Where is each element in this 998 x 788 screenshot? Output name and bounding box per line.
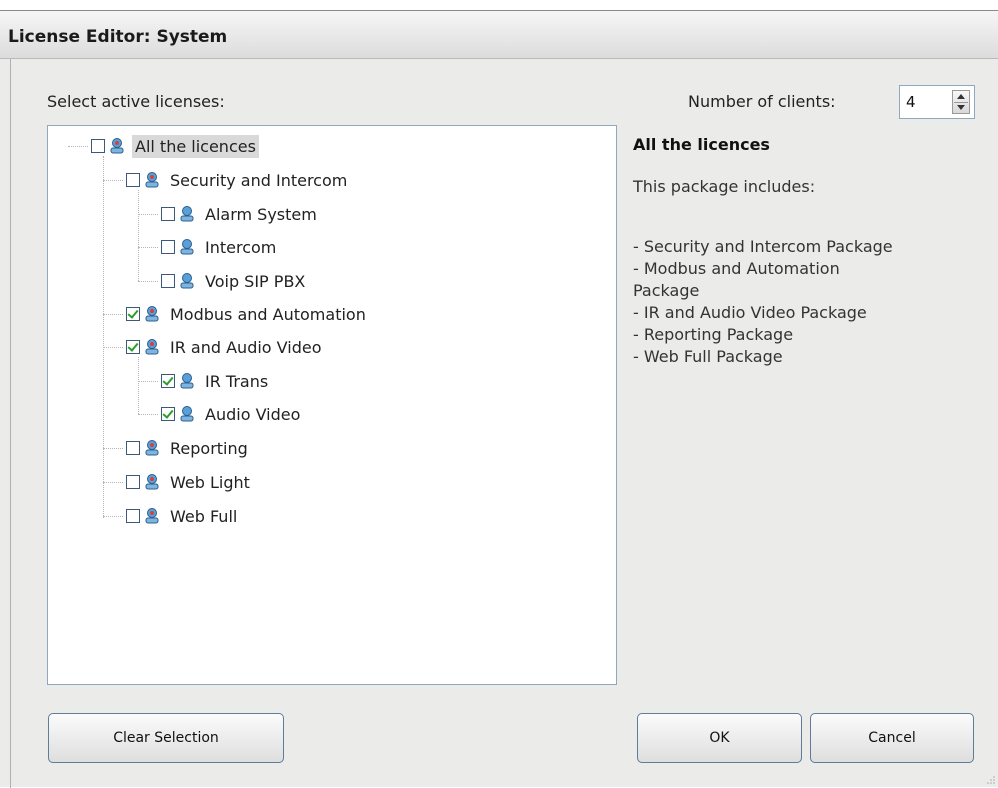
tree-node-alarm-system[interactable]: Alarm System (161, 200, 320, 228)
description-items: - Security and Intercom Package - Modbus… (633, 236, 973, 368)
number-of-clients-label: Number of clients: (688, 92, 836, 111)
user-icon (180, 239, 194, 255)
tree-node-intercom[interactable]: Intercom (161, 233, 279, 261)
description-item: - Web Full Package (633, 347, 783, 366)
node-label-ir-trans[interactable]: IR Trans (202, 370, 271, 393)
checkbox-audio-video[interactable] (161, 407, 175, 421)
description-item: - Security and Intercom Package (633, 237, 893, 256)
tree-node-audio-video[interactable]: Audio Video (161, 400, 303, 428)
tree-node-web-light[interactable]: Web Light (126, 468, 253, 496)
checkbox-alarm-system[interactable] (161, 207, 175, 221)
node-label-all-licences[interactable]: All the licences (132, 134, 259, 158)
tree-node-ir-trans[interactable]: IR Trans (161, 367, 271, 395)
user-network-icon (145, 306, 159, 322)
description-title: All the licences (633, 135, 770, 154)
checkbox-web-light[interactable] (126, 475, 140, 489)
node-label-modbus-automation[interactable]: Modbus and Automation (167, 303, 369, 326)
tree-node-voip-sip-pbx[interactable]: Voip SIP PBX (161, 267, 308, 295)
title-bar[interactable]: License Editor: System (0, 11, 998, 59)
spin-arrows[interactable] (952, 90, 970, 114)
user-icon (180, 406, 194, 422)
checkbox-security-intercom[interactable] (126, 173, 140, 187)
checkbox-web-full[interactable] (126, 509, 140, 523)
description-item: - IR and Audio Video Package (633, 303, 867, 322)
window-title: License Editor: System (8, 27, 228, 47)
user-network-icon (145, 474, 159, 490)
checkbox-modbus-automation[interactable] (126, 307, 140, 321)
description-intro: This package includes: (633, 177, 816, 196)
spin-up-icon[interactable] (957, 94, 965, 99)
select-licenses-label: Select active licenses: (47, 92, 225, 111)
node-label-web-full[interactable]: Web Full (167, 505, 240, 528)
description-item: - Modbus and Automation (633, 259, 840, 278)
node-label-voip-sip-pbx[interactable]: Voip SIP PBX (202, 270, 308, 293)
clear-selection-button[interactable]: Clear Selection (48, 713, 284, 763)
cancel-button[interactable]: Cancel (810, 713, 974, 763)
node-label-intercom[interactable]: Intercom (202, 236, 279, 259)
spin-down-icon[interactable] (957, 105, 965, 110)
tree-node-modbus-automation[interactable]: Modbus and Automation (126, 300, 369, 328)
node-label-security-intercom[interactable]: Security and Intercom (167, 169, 350, 192)
tree-node-ir-audio-video[interactable]: IR and Audio Video (126, 333, 325, 361)
license-tree[interactable]: All the licences Security and Intercom A… (47, 125, 617, 685)
clients-value[interactable]: 4 (906, 93, 916, 111)
user-icon (180, 273, 194, 289)
ok-button[interactable]: OK (637, 713, 802, 763)
tree-node-web-full[interactable]: Web Full (126, 502, 240, 530)
user-icon (180, 206, 194, 222)
checkbox-ir-trans[interactable] (161, 374, 175, 388)
user-network-icon (145, 440, 159, 456)
node-label-alarm-system[interactable]: Alarm System (202, 203, 320, 226)
resize-grip-icon[interactable] (986, 775, 996, 785)
checkbox-reporting[interactable] (126, 441, 140, 455)
checkbox-voip-sip-pbx[interactable] (161, 274, 175, 288)
tree-node-security-intercom[interactable]: Security and Intercom (126, 166, 350, 194)
node-label-reporting[interactable]: Reporting (167, 437, 251, 460)
tree-node-all-licences[interactable]: All the licences (91, 132, 259, 160)
node-label-ir-audio-video[interactable]: IR and Audio Video (167, 336, 325, 359)
tree-node-reporting[interactable]: Reporting (126, 434, 251, 462)
checkbox-ir-audio-video[interactable] (126, 340, 140, 354)
user-network-icon (145, 339, 159, 355)
checkbox-intercom[interactable] (161, 240, 175, 254)
description-item: Package (633, 281, 700, 300)
user-network-icon (110, 138, 124, 154)
user-network-icon (145, 508, 159, 524)
node-label-web-light[interactable]: Web Light (167, 471, 253, 494)
user-icon (180, 373, 194, 389)
description-item: - Reporting Package (633, 325, 794, 344)
checkbox-all-licences[interactable] (91, 139, 105, 153)
node-label-audio-video[interactable]: Audio Video (202, 403, 303, 426)
clients-spinbox[interactable]: 4 (899, 85, 975, 119)
user-network-icon (145, 172, 159, 188)
